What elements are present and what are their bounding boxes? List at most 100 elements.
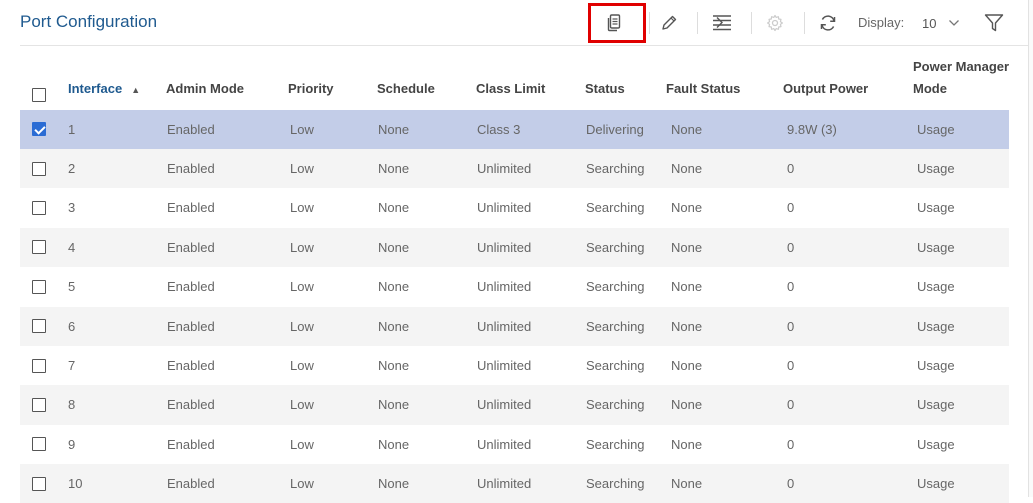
row-checkbox[interactable] xyxy=(32,319,46,334)
refresh-button[interactable] xyxy=(815,10,841,36)
table-row[interactable]: 5 Enabled Low None Unlimited Searching None 0 Us… xyxy=(20,267,1009,306)
column-header-output-power[interactable]: Output Power xyxy=(783,81,868,96)
cell-power-management: Usage xyxy=(917,121,955,137)
cell-status: Searching xyxy=(586,476,645,492)
cell-power-management: Usage xyxy=(917,358,955,374)
column-header-priority[interactable]: Priority xyxy=(288,81,334,96)
row-checkbox[interactable] xyxy=(32,358,46,373)
row-checkbox[interactable] xyxy=(32,240,46,255)
cell-schedule: None xyxy=(378,279,410,295)
settings-button xyxy=(762,10,788,36)
cell-interface: 7 xyxy=(68,358,76,374)
cell-power-management: Usage xyxy=(917,476,955,492)
page-title: Port Configuration xyxy=(20,12,158,31)
column-header-interface[interactable]: Interface ▲ xyxy=(68,81,140,96)
column-header-interface-label: Interface xyxy=(68,81,123,96)
cell-class-limit: Unlimited xyxy=(477,476,532,492)
copy-icon xyxy=(607,14,621,32)
edit-icon xyxy=(662,15,677,30)
cell-status: Searching xyxy=(586,358,645,374)
table-row[interactable]: 6 Enabled Low None Unlimited Searching None 0 Us… xyxy=(20,306,1009,346)
settings-icon xyxy=(767,14,783,32)
cell-interface: 4 xyxy=(68,239,76,255)
cell-fault-status: None xyxy=(671,318,703,334)
table-header: Interface ▲ Admin Mode Priority Schedule … xyxy=(20,46,1009,109)
column-header-status[interactable]: Status xyxy=(585,81,625,96)
cell-schedule: None xyxy=(378,397,410,413)
cell-output-power: 0 xyxy=(787,200,795,216)
column-header-power-management[interactable]: Power Manager xyxy=(913,59,1009,74)
row-checkbox[interactable] xyxy=(32,437,46,452)
cell-status: Searching xyxy=(586,318,645,334)
cell-status: Searching xyxy=(586,279,645,295)
cell-class-limit: Unlimited xyxy=(477,436,532,452)
cell-schedule: None xyxy=(378,161,410,177)
column-header-class-limit[interactable]: Class Limit xyxy=(476,81,545,96)
cell-fault-status: None xyxy=(671,161,703,177)
filter-button[interactable] xyxy=(981,10,1007,36)
row-checkbox[interactable] xyxy=(32,476,46,491)
cell-schedule: None xyxy=(378,476,410,492)
row-checkbox[interactable] xyxy=(32,200,46,215)
cell-schedule: None xyxy=(378,436,410,452)
cell-fault-status: None xyxy=(671,279,703,295)
select-all-checkbox[interactable] xyxy=(32,88,46,102)
cell-admin-mode: Enabled xyxy=(167,279,215,295)
cell-class-limit: Class 3 xyxy=(477,121,521,137)
cell-priority: Low xyxy=(290,121,314,137)
cell-admin-mode: Enabled xyxy=(167,397,215,413)
row-checkbox[interactable] xyxy=(32,279,46,294)
table-row[interactable]: 1 Enabled Low None Class 3 Delivering None 9.8W… xyxy=(20,109,1009,149)
cell-interface: 3 xyxy=(68,200,76,216)
row-checkbox[interactable] xyxy=(32,161,46,176)
cell-class-limit: Unlimited xyxy=(477,397,532,413)
toolbar-divider xyxy=(804,12,805,34)
cell-power-management: Usage xyxy=(917,318,955,334)
cell-status: Searching xyxy=(586,397,645,413)
display-select[interactable]: 10 xyxy=(916,10,968,36)
row-checkbox[interactable] xyxy=(32,122,46,137)
scrollbar-track[interactable] xyxy=(1028,0,1033,497)
cell-class-limit: Unlimited xyxy=(477,318,532,334)
table-row[interactable]: 9 Enabled Low None Unlimited Searching None 0 Us… xyxy=(20,425,1009,464)
cell-priority: Low xyxy=(290,161,314,177)
cell-output-power: 0 xyxy=(787,436,795,452)
cell-schedule: None xyxy=(378,318,410,334)
table-row[interactable]: 3 Enabled Low None Unlimited Searching None 0 Us… xyxy=(20,188,1009,227)
column-header-fault-status[interactable]: Fault Status xyxy=(666,81,740,96)
table-row[interactable]: 7 Enabled Low None Unlimited Searching None 0 Us… xyxy=(20,346,1009,385)
cell-interface: 10 xyxy=(68,476,83,492)
copy-button[interactable] xyxy=(601,10,627,36)
cell-schedule: None xyxy=(378,200,410,216)
detail-button[interactable] xyxy=(709,10,735,36)
cell-interface: 1 xyxy=(68,121,76,137)
cell-priority: Low xyxy=(290,397,314,413)
table-row[interactable]: 2 Enabled Low None Unlimited Searching None 0 Us… xyxy=(20,148,1009,189)
toolbar-divider xyxy=(649,12,650,34)
cell-status: Delivering xyxy=(586,121,644,137)
cell-fault-status: None xyxy=(671,239,703,255)
cell-admin-mode: Enabled xyxy=(167,436,215,452)
table-row[interactable]: 8 Enabled Low None Unlimited Searching None 0 Us… xyxy=(20,385,1009,425)
cell-admin-mode: Enabled xyxy=(167,318,215,334)
display-label: Display: xyxy=(858,15,905,30)
cell-power-management: Usage xyxy=(917,200,955,216)
cell-class-limit: Unlimited xyxy=(477,279,532,295)
column-header-admin-mode[interactable]: Admin Mode xyxy=(166,81,244,96)
cell-admin-mode: Enabled xyxy=(167,121,215,137)
cell-admin-mode: Enabled xyxy=(167,476,215,492)
display-value: 10 xyxy=(922,15,937,31)
cell-output-power: 0 xyxy=(787,318,795,334)
column-header-schedule[interactable]: Schedule xyxy=(377,81,435,96)
edit-button[interactable] xyxy=(656,10,682,36)
toolbar-divider xyxy=(697,12,698,34)
row-checkbox[interactable] xyxy=(32,397,46,412)
cell-admin-mode: Enabled xyxy=(167,200,215,216)
table-row[interactable]: 10 Enabled Low None Unlimited Searching None 0 U… xyxy=(20,464,1009,503)
toolbar-divider xyxy=(751,12,752,34)
cell-class-limit: Unlimited xyxy=(477,161,532,177)
cell-class-limit: Unlimited xyxy=(477,200,532,216)
column-header-power-management-mode[interactable]: Mode xyxy=(913,81,947,96)
cell-admin-mode: Enabled xyxy=(167,161,215,177)
table-row[interactable]: 4 Enabled Low None Unlimited Searching None 0 Us… xyxy=(20,227,1009,268)
